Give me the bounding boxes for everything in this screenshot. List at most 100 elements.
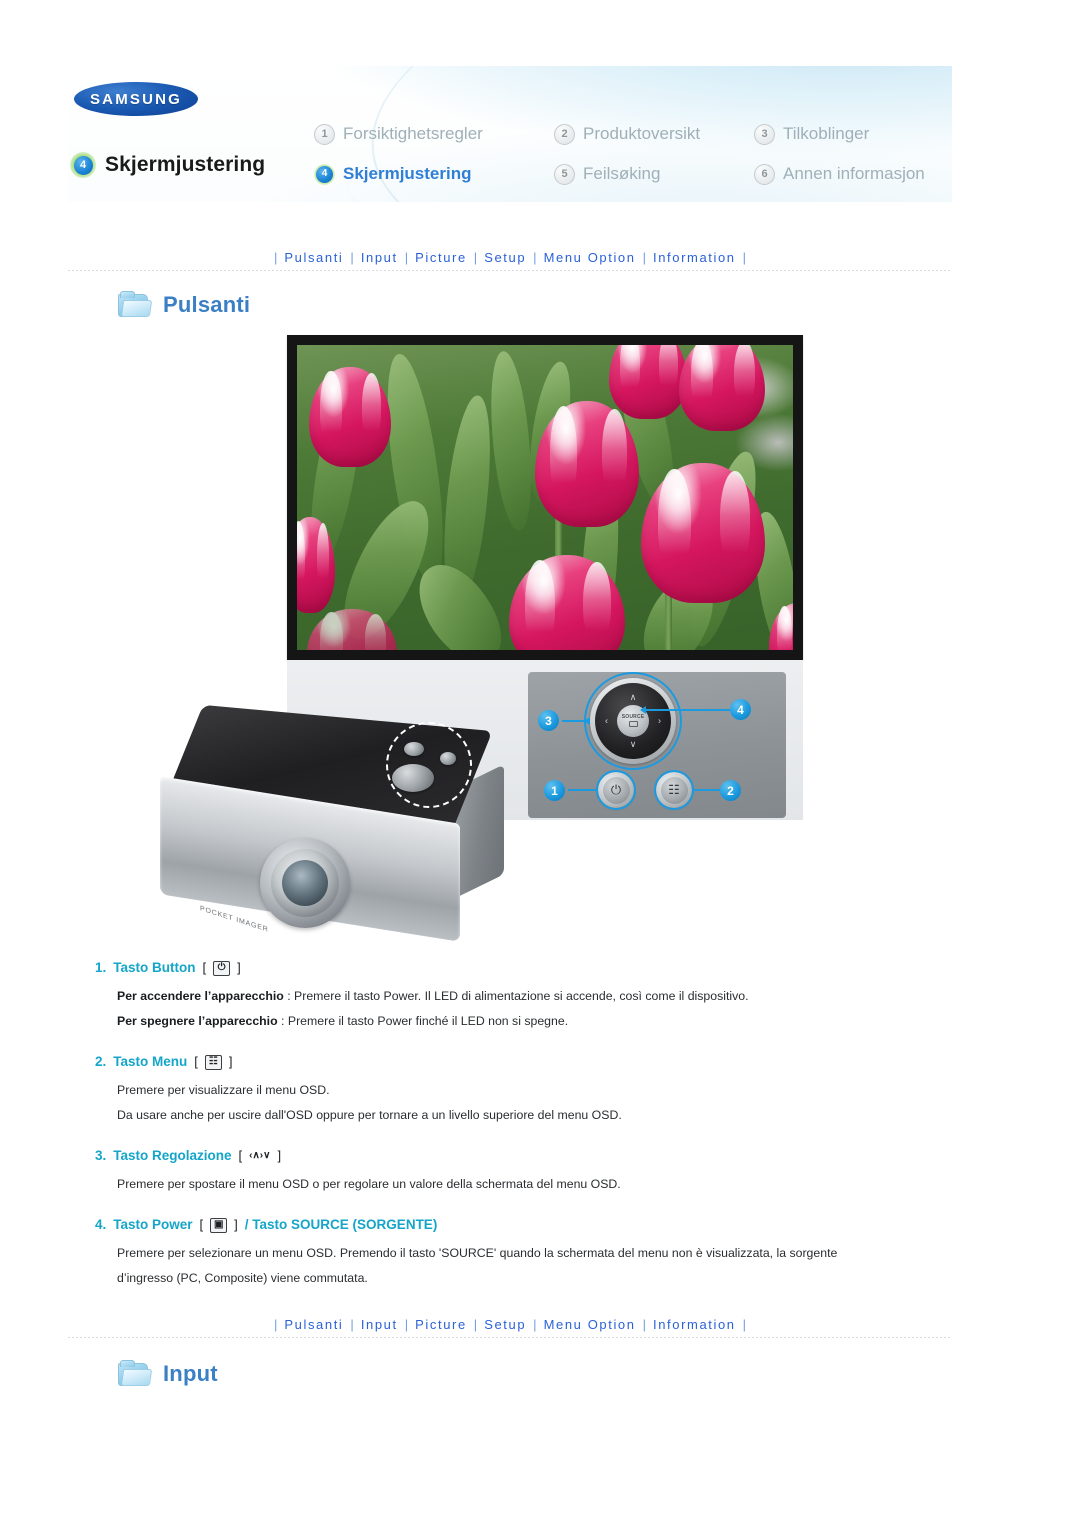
page-title: 4 Skjermjustering	[70, 152, 265, 178]
button-description-list: 1. Tasto Button [⏻] Per accendere l’appa…	[95, 958, 895, 1294]
section-title: Pulsanti	[163, 291, 251, 317]
item-2-line-2-text: Da usare anche per uscire dall'OSD oppur…	[117, 1108, 622, 1122]
tab-tilkoblinger[interactable]: 3 Tilkoblinger	[754, 123, 944, 145]
tab-label: Annen informasjon	[783, 164, 925, 183]
item-4-heading: 4. Tasto Power [▣] / Tasto SOURCE (SORGE…	[95, 1215, 895, 1235]
section-title: Input	[163, 1360, 218, 1386]
item-title: Tasto Menu	[113, 1054, 188, 1069]
nav-link-information[interactable]: Information	[653, 1317, 736, 1332]
tab-label: Tilkoblinger	[783, 124, 870, 143]
nav-link-menu-option[interactable]: Menu Option	[544, 1317, 636, 1332]
nav-link-pulsanti[interactable]: Pulsanti	[284, 1317, 343, 1332]
nav-separator: |	[350, 1316, 354, 1332]
tulip-icon	[609, 345, 687, 419]
tab-produktoversikt[interactable]: 2 Produktoversikt	[554, 123, 754, 145]
number-badge-1-icon: 1	[314, 123, 335, 145]
active-section-number: 4	[73, 155, 93, 175]
nav-link-input[interactable]: Input	[361, 250, 398, 265]
item-1-line-2-text: : Premere il tasto Power finché il LED n…	[277, 1014, 569, 1028]
tulip-photo	[297, 345, 793, 650]
bottom-subnav: | Pulsanti | Input | Picture | Setup | M…	[68, 1311, 952, 1337]
nav-link-setup[interactable]: Setup	[484, 1317, 526, 1332]
top-subnav: | Pulsanti | Input | Picture | Setup | M…	[68, 244, 952, 270]
nav-link-input[interactable]: Input	[361, 1317, 398, 1332]
nav-separator: |	[404, 249, 409, 265]
nav-link-information[interactable]: Information	[653, 250, 736, 265]
callout-4-leader	[646, 709, 732, 711]
menu-button-highlight	[654, 770, 694, 810]
projector-photo: POCKET IMAGER	[148, 704, 538, 962]
source-icon: ▣	[210, 1217, 228, 1233]
tab-skjermjustering[interactable]: 4 Skjermjustering	[314, 163, 554, 185]
tab-annen-informasjon[interactable]: 6 Annen informasjon	[754, 163, 944, 185]
nav-separator: |	[273, 1316, 278, 1332]
highlight-circle-icon	[386, 722, 472, 808]
tab-forsiktighetsregler[interactable]: 1 Forsiktighetsregler	[314, 123, 554, 145]
nav-separator: |	[473, 249, 478, 265]
item-1-line-1-text: : Premere il tasto Power. Il LED di alim…	[283, 989, 749, 1003]
item-1-line-1-bold: Per accendere l’apparecchio	[117, 989, 284, 1003]
callout-2: 2	[720, 780, 741, 801]
list-item-3: 3. Tasto Regolazione [‹∧›∨] Premere per …	[95, 1146, 895, 1195]
header-tab-grid: 1 Forsiktighetsregler 2 Produktoversikt …	[314, 114, 944, 194]
item-number: 1.	[95, 960, 107, 975]
nav-separator: |	[273, 249, 278, 265]
projector-lens-icon	[260, 838, 350, 928]
item-4-line-2-text: d’ingresso (PC, Composite) viene commuta…	[117, 1271, 368, 1285]
projector-brand-icon: POCKET IMAGER	[200, 905, 269, 934]
callout-4: 4	[730, 699, 751, 720]
tab-feilsoking[interactable]: 5 Feilsøking	[554, 163, 754, 185]
nav-link-setup[interactable]: Setup	[484, 250, 526, 265]
section-heading-input: Input	[118, 1360, 218, 1387]
item-4-body: Premere per selezionare un menu OSD. Pre…	[117, 1242, 895, 1289]
tulip-icon	[309, 367, 391, 467]
nav-link-picture[interactable]: Picture	[415, 1317, 467, 1332]
folder-icon	[118, 1360, 153, 1387]
nav-separator: |	[350, 249, 354, 265]
callout-1: 1	[544, 780, 565, 801]
callout-3: 3	[538, 710, 559, 731]
number-badge-5-icon: 5	[554, 163, 575, 185]
active-section-badge: 4	[70, 152, 96, 178]
list-item-2: 2. Tasto Menu [☷] Premere per visualizza…	[95, 1052, 895, 1126]
item-number: 2.	[95, 1054, 107, 1069]
tab-label: Skjermjustering	[343, 164, 472, 183]
nav-separator: |	[473, 1316, 478, 1332]
tulip-icon	[679, 345, 765, 431]
projection-screen	[287, 335, 803, 660]
menu-icon: ☷	[204, 1054, 222, 1070]
callout-4-arrowhead	[640, 706, 646, 714]
page-header: SAMSUNG 4 Skjermjustering 1 Forsiktighet…	[68, 66, 952, 202]
header-tab-row-1: 1 Forsiktighetsregler 2 Produktoversikt …	[314, 114, 944, 154]
number-badge-2-icon: 2	[554, 123, 575, 145]
top-divider	[68, 270, 952, 271]
nav-separator: |	[642, 1316, 646, 1332]
tab-label: Feilsøking	[583, 164, 661, 183]
section-heading-pulsanti: Pulsanti	[118, 291, 250, 318]
item-4-line-1-text: Premere per selezionare un menu OSD. Pre…	[117, 1246, 838, 1260]
item-title-suffix: / Tasto SOURCE (SORGENTE)	[244, 1217, 438, 1232]
power-icon: ⏻	[213, 960, 231, 976]
item-number: 4.	[95, 1217, 107, 1232]
item-title: Tasto Regolazione	[113, 1148, 232, 1163]
item-1-body: Per accendere l’apparecchio : Premere il…	[117, 985, 895, 1032]
nav-separator: |	[533, 1316, 537, 1332]
tab-label: Produktoversikt	[583, 124, 701, 143]
samsung-logo: SAMSUNG	[74, 82, 198, 116]
navigation-ring-highlight	[584, 672, 682, 770]
callout-2-leader	[694, 789, 722, 791]
number-badge-6-icon: 6	[754, 163, 775, 185]
item-2-body: Premere per visualizzare il menu OSD. Da…	[117, 1079, 895, 1126]
nav-link-picture[interactable]: Picture	[415, 250, 467, 265]
bottom-divider	[68, 1337, 952, 1338]
item-3-body: Premere per spostare il menu OSD o per r…	[117, 1173, 895, 1195]
item-2-heading: 2. Tasto Menu [☷]	[95, 1052, 895, 1072]
list-item-1: 1. Tasto Button [⏻] Per accendere l’appa…	[95, 958, 895, 1032]
nav-link-menu-option[interactable]: Menu Option	[544, 250, 636, 265]
header-tab-row-2: 4 Skjermjustering 5 Feilsøking 6 Annen i…	[314, 154, 944, 194]
callout-1-leader	[568, 789, 596, 791]
active-section-label: Skjermjustering	[105, 153, 266, 176]
nav-link-pulsanti[interactable]: Pulsanti	[284, 250, 343, 265]
item-3-heading: 3. Tasto Regolazione [‹∧›∨]	[95, 1146, 895, 1166]
item-3-line-1-text: Premere per spostare il menu OSD o per r…	[117, 1177, 621, 1191]
